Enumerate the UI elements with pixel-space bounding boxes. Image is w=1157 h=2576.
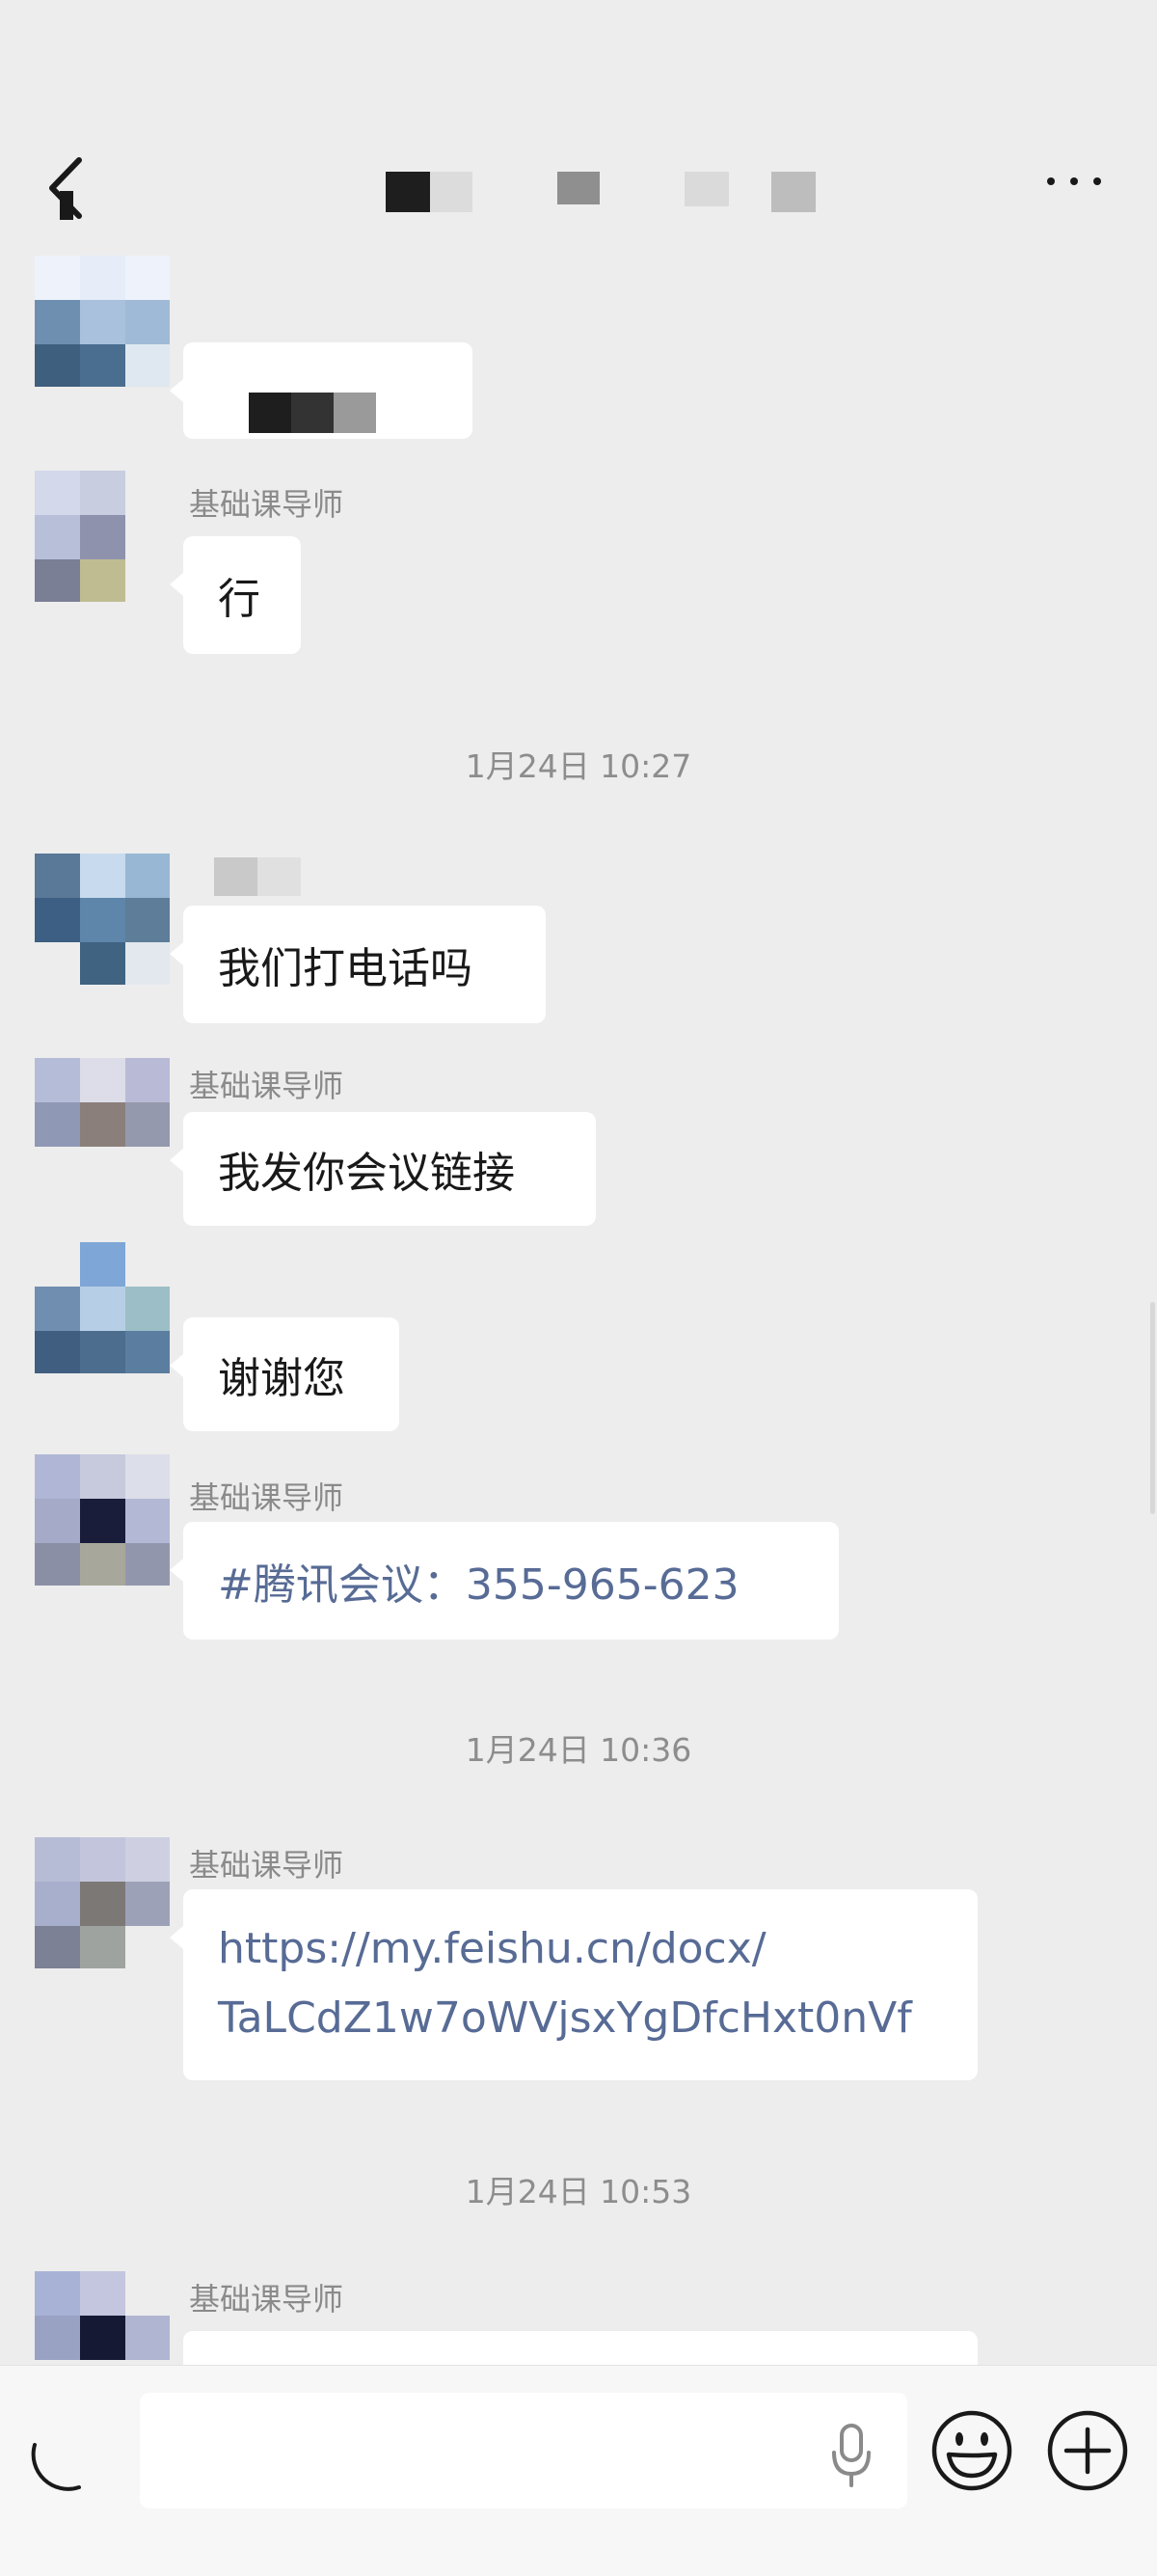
message-bubble[interactable]	[183, 2331, 978, 2365]
back-arrow-icon[interactable]	[39, 154, 96, 222]
link-line-2[interactable]: TaLCdZ1w7oWVjsxYgDfcHxt0nVf	[218, 1984, 943, 2053]
sender-name: 基础课导师	[189, 1068, 344, 1104]
doc-link-bubble[interactable]: https://my.feishu.cn/docx/ TaLCdZ1w7oWVj…	[170, 1889, 978, 2080]
chat-header	[0, 0, 1157, 256]
sender-name: 基础课导师	[189, 1847, 344, 1884]
avatar[interactable]	[35, 854, 170, 985]
avatar[interactable]	[35, 1242, 170, 1373]
message-text[interactable]: #腾讯会议：355-965-623	[218, 1550, 740, 1612]
avatar[interactable]	[35, 471, 170, 602]
sender-name: 基础课导师	[189, 2281, 344, 2318]
message-bubble[interactable]: 我们打电话吗	[170, 906, 546, 1023]
sender-name: 基础课导师	[189, 1479, 344, 1516]
avatar[interactable]	[35, 1058, 170, 1174]
timestamp: 1月24日 10:53	[465, 2173, 692, 2210]
plus-circle-icon[interactable]	[1045, 2408, 1130, 2493]
timestamp: 1月24日 10:36	[465, 1731, 692, 1769]
link-line-1[interactable]: https://my.feishu.cn/docx/	[218, 1914, 943, 1984]
meeting-link-bubble[interactable]: #腾讯会议：355-965-623	[170, 1522, 839, 1640]
more-options-button[interactable]	[1041, 170, 1109, 193]
emoji-icon[interactable]	[929, 2408, 1014, 2493]
timestamp: 1月24日 10:27	[465, 747, 692, 785]
message-bubble[interactable]: 我发你会议链接	[170, 1112, 596, 1226]
input-bar	[0, 2365, 1157, 2576]
voice-toggle-icon[interactable]	[29, 2422, 96, 2499]
message-text: 行	[218, 575, 260, 624]
redacted-text	[218, 369, 376, 433]
scrollbar[interactable]	[1150, 1302, 1155, 1514]
microphone-icon[interactable]	[827, 2422, 875, 2489]
avatar[interactable]	[35, 2271, 170, 2365]
avatar[interactable]	[35, 1837, 170, 1968]
message-bubble[interactable]	[170, 342, 472, 439]
message-text: 谢谢您	[218, 1354, 345, 1403]
message-text: 我发你会议链接	[218, 1149, 515, 1198]
avatar[interactable]	[35, 256, 170, 387]
chat-message: 基础课导师	[0, 2271, 1157, 2365]
message-input[interactable]	[140, 2393, 907, 2508]
sender-name: 基础课导师	[189, 486, 344, 523]
message-text: 我们打电话吗	[218, 944, 472, 993]
chat-title-pixelated	[386, 172, 829, 212]
message-bubble[interactable]: 谢谢您	[170, 1317, 399, 1431]
avatar[interactable]	[35, 1454, 170, 1586]
redacted-sender	[214, 857, 301, 896]
message-bubble[interactable]: 行	[170, 536, 301, 654]
